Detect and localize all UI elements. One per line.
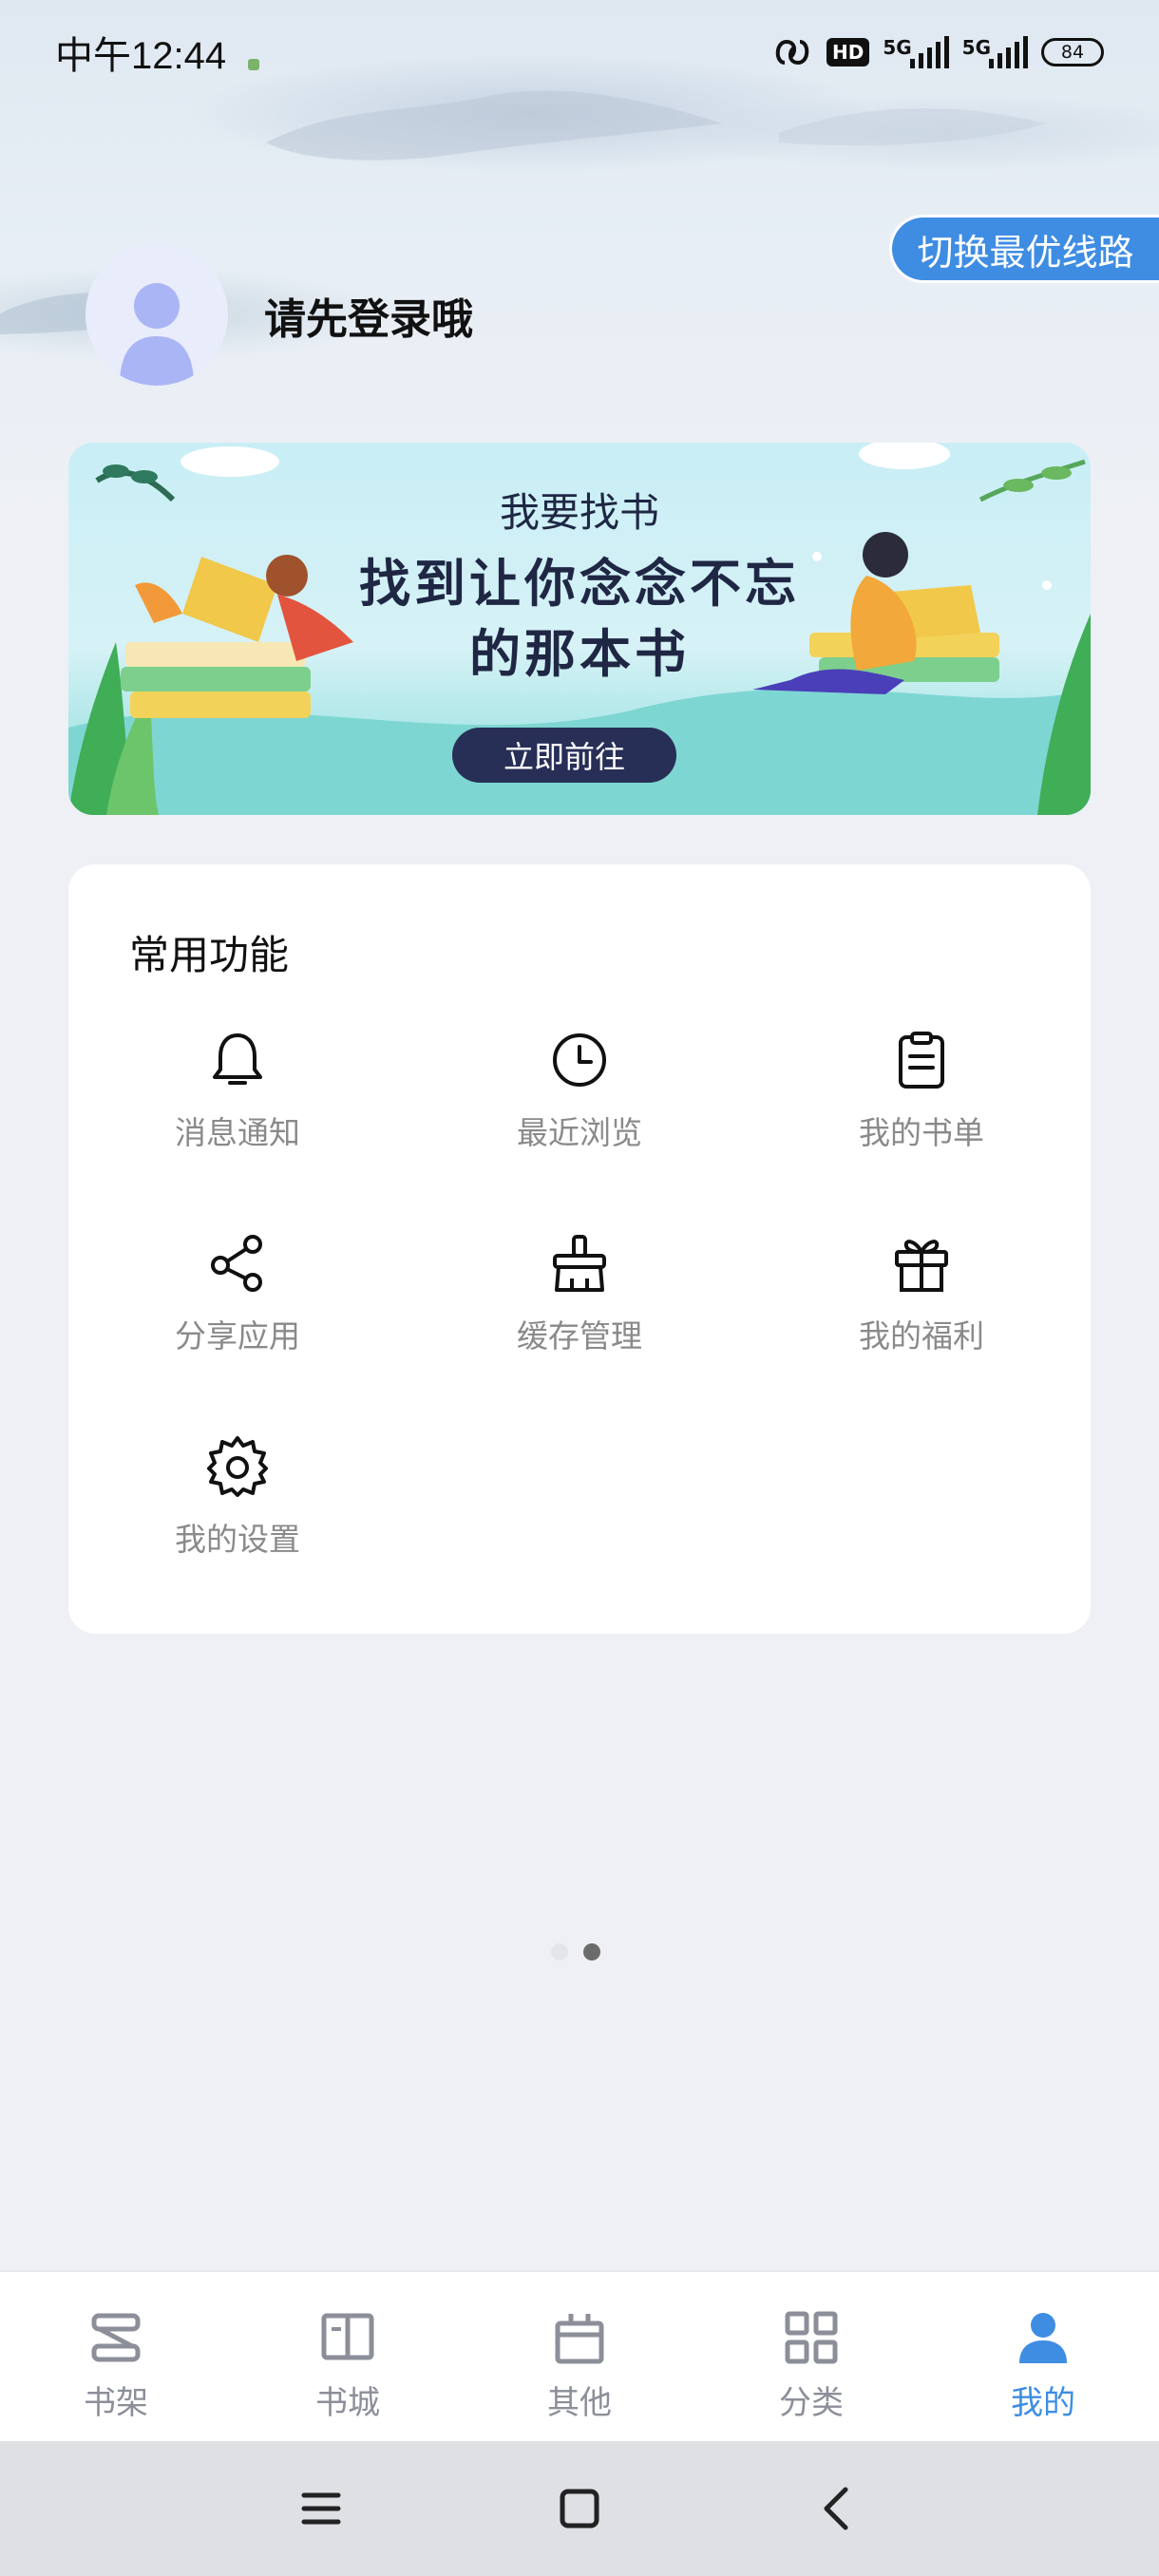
network-type-1: 5G bbox=[883, 36, 912, 59]
func-share[interactable]: 分享应用 bbox=[124, 1229, 352, 1381]
common-functions-title: 常用功能 bbox=[129, 932, 290, 978]
tab-category[interactable]: 分类 bbox=[695, 2272, 927, 2441]
pager-dot bbox=[551, 1943, 568, 1960]
tab-bookshelf[interactable]: 书架 bbox=[0, 2272, 232, 2441]
open-book-icon bbox=[321, 2313, 374, 2360]
status-time: 中午12:44 bbox=[55, 35, 227, 77]
func-welfare-label: 我的福利 bbox=[859, 1317, 984, 1354]
status-time-group: 中午12:44 bbox=[55, 25, 260, 80]
signal-2: 5G bbox=[962, 36, 1028, 68]
find-book-banner[interactable]: 我要找书 找到让你念念不忘 的那本书 立即前往 bbox=[68, 443, 1091, 815]
share-icon bbox=[211, 1235, 262, 1292]
tab-mine[interactable]: 我的 bbox=[927, 2272, 1159, 2441]
banner-title: 我要找书 bbox=[499, 489, 659, 536]
network-type-2: 5G bbox=[961, 36, 991, 59]
gift-icon bbox=[895, 1240, 948, 1292]
back-icon[interactable] bbox=[813, 2484, 863, 2533]
go-now-button[interactable]: 立即前往 bbox=[452, 728, 676, 783]
func-share-label: 分享应用 bbox=[175, 1317, 300, 1354]
tab-other[interactable]: 其他 bbox=[464, 2272, 695, 2441]
switch-best-line-button[interactable]: 切换最优线路 bbox=[889, 215, 1159, 283]
func-messages[interactable]: 消息通知 bbox=[124, 1026, 352, 1178]
bell-icon bbox=[213, 1033, 262, 1085]
status-bar: 中午12:44 HD 5G 5G 84 bbox=[0, 0, 1159, 104]
tab-bookstore-label: 书城 bbox=[315, 2384, 380, 2422]
bookshelf-icon bbox=[91, 2313, 141, 2362]
pager-dot-active bbox=[583, 1943, 600, 1960]
signal-bars-2-icon bbox=[989, 36, 1028, 68]
menu-icon[interactable] bbox=[296, 2484, 346, 2533]
tab-mine-label: 我的 bbox=[1011, 2384, 1075, 2422]
banner-slogan: 找到让你念念不忘 的那本书 bbox=[68, 549, 1091, 690]
hd-badge: HD bbox=[826, 38, 870, 66]
func-cache-label: 缓存管理 bbox=[517, 1317, 642, 1354]
tab-bookstore[interactable]: 书城 bbox=[232, 2272, 464, 2441]
link-icon bbox=[775, 39, 809, 66]
banner-slogan-line1: 找到让你念念不忘 bbox=[359, 554, 800, 614]
func-settings[interactable]: 我的设置 bbox=[124, 1432, 352, 1584]
bottom-tab-bar: 书架 书城 其他 分类 我的 bbox=[0, 2270, 1159, 2441]
clipboard-icon bbox=[899, 1032, 944, 1089]
person-icon bbox=[1019, 2313, 1067, 2363]
home-icon[interactable] bbox=[555, 2484, 604, 2533]
pager-dots bbox=[551, 1943, 600, 1960]
default-avatar-icon bbox=[120, 283, 194, 386]
tab-other-label: 其他 bbox=[547, 2384, 612, 2422]
notification-dot bbox=[248, 58, 260, 70]
func-settings-label: 我的设置 bbox=[175, 1521, 300, 1558]
battery-icon: 84 bbox=[1041, 38, 1104, 66]
gear-icon bbox=[207, 1436, 268, 1497]
system-navigation-bar bbox=[0, 2441, 1159, 2576]
common-functions-card: 常用功能 消息通知 最近浏览 我的书单 分享应用 缓存管理 我的福利 我的设置 bbox=[68, 864, 1091, 1634]
func-booklist[interactable]: 我的书单 bbox=[808, 1026, 1036, 1178]
func-recent[interactable]: 最近浏览 bbox=[466, 1026, 694, 1178]
func-recent-label: 最近浏览 bbox=[517, 1114, 642, 1151]
box-icon bbox=[555, 2314, 604, 2364]
grid-icon bbox=[785, 2311, 838, 2364]
broom-icon bbox=[553, 1235, 606, 1292]
func-welfare[interactable]: 我的福利 bbox=[808, 1229, 1036, 1381]
clock-icon bbox=[553, 1033, 606, 1087]
signal-bars-1-icon bbox=[909, 36, 949, 68]
tab-bookshelf-label: 书架 bbox=[84, 2384, 148, 2422]
tab-category-label: 分类 bbox=[779, 2384, 844, 2422]
status-icons: HD 5G 5G 84 bbox=[771, 36, 1104, 68]
func-booklist-label: 我的书单 bbox=[859, 1114, 984, 1151]
banner-slogan-line2: 的那本书 bbox=[469, 624, 690, 684]
signal-1: 5G bbox=[883, 36, 949, 68]
login-prompt[interactable]: 请先登录哦 bbox=[264, 285, 473, 346]
battery-level: 84 bbox=[1060, 42, 1085, 63]
func-cache[interactable]: 缓存管理 bbox=[466, 1229, 694, 1381]
avatar[interactable] bbox=[86, 243, 228, 386]
func-messages-label: 消息通知 bbox=[175, 1114, 300, 1151]
